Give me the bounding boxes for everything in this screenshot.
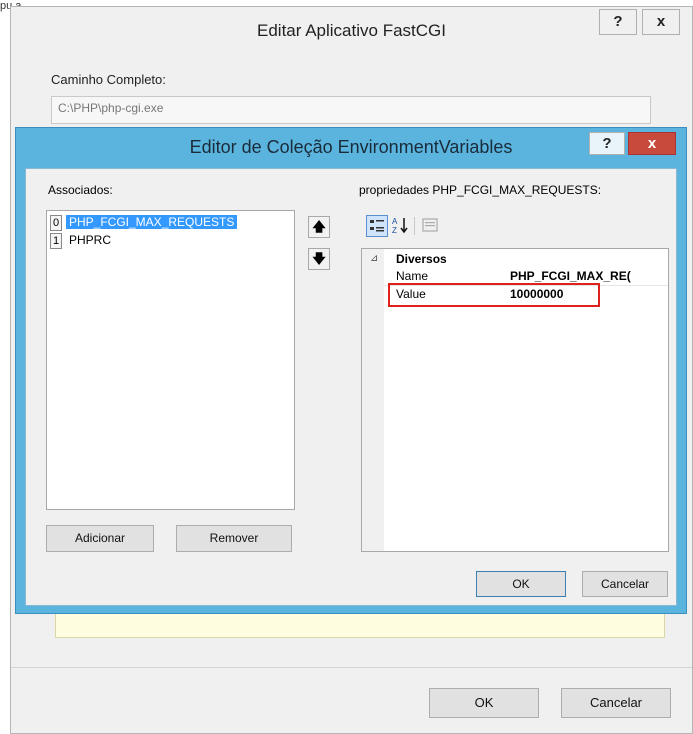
list-item[interactable]: 0 PHP_FCGI_MAX_REQUESTS bbox=[50, 214, 238, 231]
dialog-help-button[interactable]: ? bbox=[589, 132, 625, 155]
fastcgi-title-bar: Editar Aplicativo FastCGI bbox=[11, 7, 692, 57]
collection-editor-title: Editor de Coleção EnvironmentVariables bbox=[189, 137, 513, 157]
full-path-label: Caminho Completo: bbox=[51, 72, 166, 87]
svg-text:Z: Z bbox=[392, 226, 397, 235]
property-name-label[interactable]: Name bbox=[396, 269, 428, 283]
list-item-name: PHPRC bbox=[69, 233, 112, 247]
list-item-name: PHP_FCGI_MAX_REQUESTS bbox=[66, 215, 238, 229]
collection-editor-dialog: Editor de Coleção EnvironmentVariables ?… bbox=[15, 127, 687, 614]
categorized-icon bbox=[370, 220, 384, 232]
description-area bbox=[55, 612, 665, 638]
arrow-up-icon: 🡅 bbox=[312, 219, 326, 234]
property-pages-button[interactable] bbox=[419, 215, 441, 235]
list-item-index: 0 bbox=[50, 214, 62, 231]
property-grid: ⊿ Diversos Name PHP_FCGI_MAX_RE( Value 1… bbox=[361, 248, 669, 552]
property-value-label[interactable]: Value bbox=[396, 287, 426, 301]
add-button[interactable]: Adicionar bbox=[46, 525, 154, 552]
arrow-down-icon: 🡇 bbox=[312, 251, 326, 266]
categorized-view-button[interactable] bbox=[366, 215, 388, 237]
move-up-button[interactable]: 🡅 bbox=[308, 216, 330, 238]
property-grid-margin bbox=[362, 249, 384, 551]
collapse-triangle-icon[interactable]: ⊿ bbox=[370, 253, 378, 264]
property-pages-icon bbox=[422, 218, 438, 232]
full-path-field[interactable]: C:\PHP\php-cgi.exe bbox=[51, 96, 651, 124]
dialog-cancel-button[interactable]: Cancelar bbox=[582, 571, 668, 597]
fastcgi-close-button[interactable]: x bbox=[642, 9, 680, 35]
fastcgi-ok-button[interactable]: OK bbox=[429, 688, 539, 718]
dialog-ok-button[interactable]: OK bbox=[476, 571, 566, 597]
category-diversos: Diversos bbox=[396, 252, 447, 266]
toolbar-separator bbox=[414, 217, 415, 235]
divider bbox=[11, 667, 692, 668]
list-item-index: 1 bbox=[50, 232, 62, 249]
move-down-button[interactable]: 🡇 bbox=[308, 248, 330, 270]
remove-button[interactable]: Remover bbox=[176, 525, 292, 552]
fastcgi-help-button[interactable]: ? bbox=[599, 9, 637, 35]
fastcgi-cancel-button[interactable]: Cancelar bbox=[561, 688, 671, 718]
sort-alphabetical-icon: A Z bbox=[392, 217, 408, 235]
property-name-value[interactable]: PHP_FCGI_MAX_RE( bbox=[510, 269, 666, 283]
svg-text:A: A bbox=[392, 217, 398, 226]
collection-editor-body: Associados: 0 PHP_FCGI_MAX_REQUESTS 1 PHPR… bbox=[25, 168, 677, 606]
properties-label: propriedades PHP_FCGI_MAX_REQUESTS: bbox=[359, 183, 602, 197]
dialog-close-button[interactable]: x bbox=[628, 132, 676, 155]
members-label: Associados: bbox=[48, 183, 113, 197]
list-item[interactable]: 1 PHPRC bbox=[50, 232, 114, 249]
fastcgi-window-title: Editar Aplicativo FastCGI bbox=[257, 21, 446, 40]
alphabetical-view-button[interactable]: A Z bbox=[390, 215, 412, 235]
property-value-value[interactable]: 10000000 bbox=[510, 287, 563, 301]
members-list: 0 PHP_FCGI_MAX_REQUESTS 1 PHPRC bbox=[46, 210, 295, 510]
